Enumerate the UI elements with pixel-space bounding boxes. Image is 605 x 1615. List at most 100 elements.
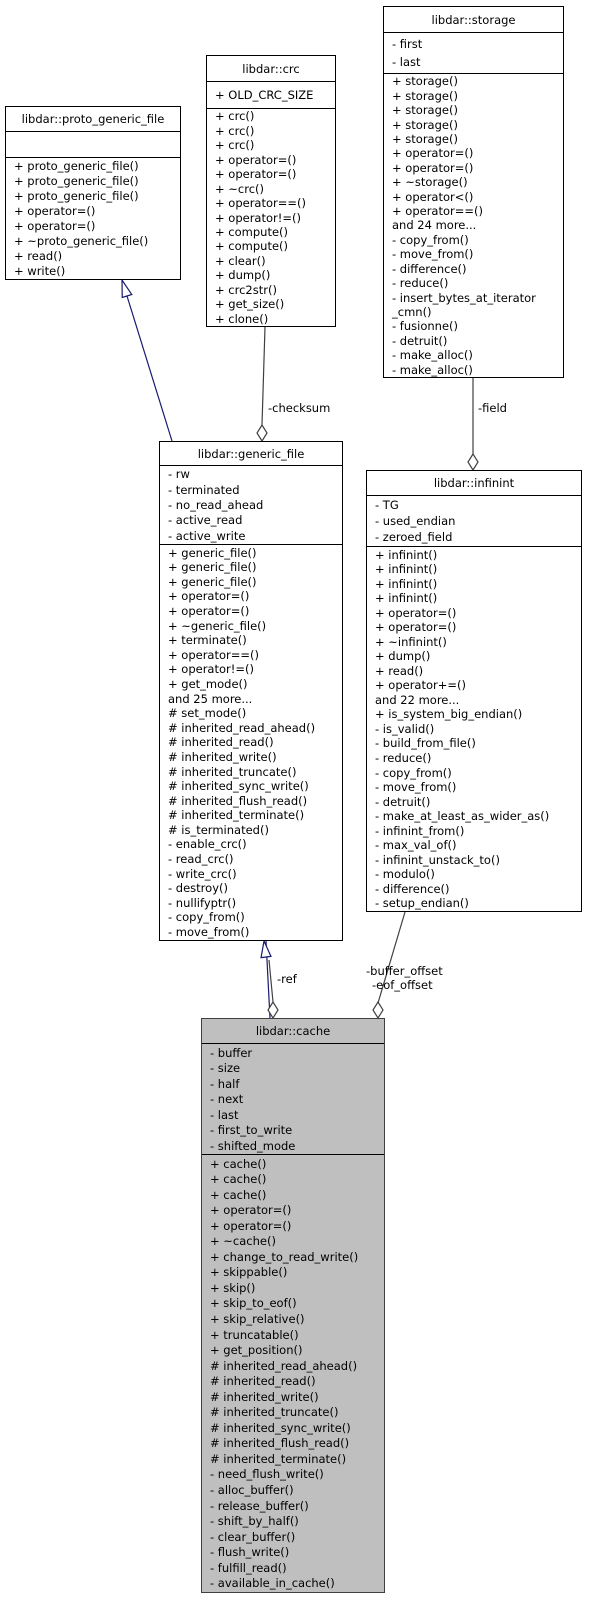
method: + operator=() xyxy=(392,146,474,161)
attribute: - terminated xyxy=(168,482,240,497)
attribute: - half xyxy=(210,1076,240,1091)
method: + clear() xyxy=(215,253,266,268)
method: + read() xyxy=(375,663,424,678)
method: - fulfill_read() xyxy=(210,1560,287,1575)
method: + write() xyxy=(14,264,66,278)
method: + cache() xyxy=(210,1156,267,1171)
class-box-proto[interactable]: libdar::proto_generic_file+ proto_generi… xyxy=(5,106,181,280)
method: + get_size() xyxy=(215,297,285,312)
attributes-section: + OLD_CRC_SIZE xyxy=(207,82,335,109)
method: + generic_file() xyxy=(168,545,257,560)
method: + crc() xyxy=(215,123,255,138)
method: + cache() xyxy=(210,1172,267,1187)
method: # inherited_sync_write() xyxy=(210,1420,351,1435)
edge-label: -field xyxy=(478,401,507,415)
method: + proto_generic_file() xyxy=(14,159,139,173)
attribute: - last xyxy=(392,55,421,69)
method: + operator!=() xyxy=(215,210,301,225)
method: # inherited_read() xyxy=(210,1374,316,1389)
method: - setup_endian() xyxy=(375,896,469,911)
method: + operator=() xyxy=(215,152,297,167)
aggregation-diamond-icon xyxy=(256,423,268,443)
attribute: - used_endian xyxy=(375,514,456,528)
edge-label: -ref xyxy=(277,972,297,986)
attribute: - buffer xyxy=(210,1045,253,1060)
attribute: - first_to_write xyxy=(210,1123,293,1137)
method: - build_from_file() xyxy=(375,736,476,751)
method: # inherited_truncate() xyxy=(168,764,297,779)
attribute: - no_read_ahead xyxy=(168,497,264,512)
class-name: libdar::proto_generic_file xyxy=(6,107,180,132)
method: # inherited_write() xyxy=(168,749,277,764)
method: - reduce() xyxy=(375,750,432,765)
method: + ~proto_generic_file() xyxy=(14,234,149,248)
method: _cmn() xyxy=(392,304,432,319)
method: + operator!=() xyxy=(168,662,254,677)
method: + is_system_big_endian() xyxy=(375,707,523,722)
method: + storage() xyxy=(392,74,458,89)
method: + crc() xyxy=(215,109,255,124)
method: + infinint() xyxy=(375,547,438,562)
method: and 25 more... xyxy=(168,691,253,706)
method: + get_position() xyxy=(210,1343,303,1358)
method: + change_to_read_write() xyxy=(210,1249,359,1264)
inheritance-arrow-icon xyxy=(121,277,133,299)
method: + ~storage() xyxy=(392,175,468,190)
class-box-infinint[interactable]: libdar::infinint - TG - used_endian - zeroe… xyxy=(366,470,582,912)
method: + operator=() xyxy=(392,160,474,175)
class-box-cache[interactable]: libdar::cache - buffer - size - half - next -… xyxy=(201,1018,385,1593)
method: - modulo() xyxy=(375,867,435,882)
methods-section: + proto_generic_file() + proto_generic_fi… xyxy=(6,158,180,279)
method: # inherited_read_ahead() xyxy=(210,1358,358,1373)
method: - detruit() xyxy=(392,333,448,348)
method: - difference() xyxy=(375,881,450,896)
method: + operator+=() xyxy=(375,678,466,693)
method: + crc() xyxy=(215,138,255,153)
method: + storage() xyxy=(392,132,458,147)
edge-label: -checksum xyxy=(268,401,331,415)
class-box-crc[interactable]: libdar::crc + OLD_CRC_SIZE + crc() + crc() +… xyxy=(206,55,336,327)
method: - detruit() xyxy=(375,794,431,809)
methods-section: + generic_file() + generic_file() + generi… xyxy=(160,545,342,940)
method: + operator<() xyxy=(392,189,474,204)
attributes-section: - buffer - size - half - next - last - first_… xyxy=(202,1044,384,1155)
method: - make_at_least_as_wider_as() xyxy=(375,809,550,824)
method: + proto_generic_file() xyxy=(14,174,139,188)
method: + operator==() xyxy=(392,204,483,219)
method: + dump() xyxy=(375,649,431,664)
method: # inherited_read() xyxy=(168,735,274,750)
method: - write_crc() xyxy=(168,866,237,881)
aggregation-edge-generic-file-to-cache xyxy=(268,959,274,1003)
attribute: - rw xyxy=(168,467,190,482)
method: - difference() xyxy=(392,261,467,276)
class-name: libdar::infinint xyxy=(367,471,581,496)
class-name: libdar::storage xyxy=(384,7,563,33)
methods-section: + cache() + cache() + cache() + operator=()… xyxy=(202,1155,384,1592)
class-box-storage[interactable]: libdar::storage - first - last + storage() +… xyxy=(383,6,564,378)
methods-section: + storage() + storage() + storage() + stora… xyxy=(384,74,563,377)
method: + skippable() xyxy=(210,1265,288,1280)
method: - infinint_from() xyxy=(375,823,465,838)
method: + crc2str() xyxy=(215,282,277,297)
method: - flush_write() xyxy=(210,1545,290,1560)
attributes-section: - rw - terminated - no_read_ahead - active_… xyxy=(160,466,342,545)
method: + operator=() xyxy=(210,1218,292,1233)
method: + infinint() xyxy=(375,562,438,577)
method: # inherited_write() xyxy=(210,1389,319,1404)
method: - copy_from() xyxy=(375,765,452,780)
method: - need_flush_write() xyxy=(210,1467,324,1482)
aggregation-diamond-icon xyxy=(372,1000,384,1020)
method: - enable_crc() xyxy=(168,837,247,852)
attribute: - size xyxy=(210,1061,241,1075)
method: + operator=() xyxy=(375,605,457,620)
method: # inherited_sync_write() xyxy=(168,779,309,794)
method: + generic_file() xyxy=(168,574,257,589)
attributes-section xyxy=(6,132,180,158)
method: + operator==() xyxy=(168,647,259,662)
aggregation-diamond-icon xyxy=(467,452,479,472)
class-box-generic-file[interactable]: libdar::generic_file - rw - terminated - no… xyxy=(159,441,343,941)
attribute: - active_read xyxy=(168,513,243,528)
edge-label: -buffer_offset xyxy=(366,964,443,978)
method: + operator=() xyxy=(375,620,457,635)
method: + ~crc() xyxy=(215,181,265,196)
